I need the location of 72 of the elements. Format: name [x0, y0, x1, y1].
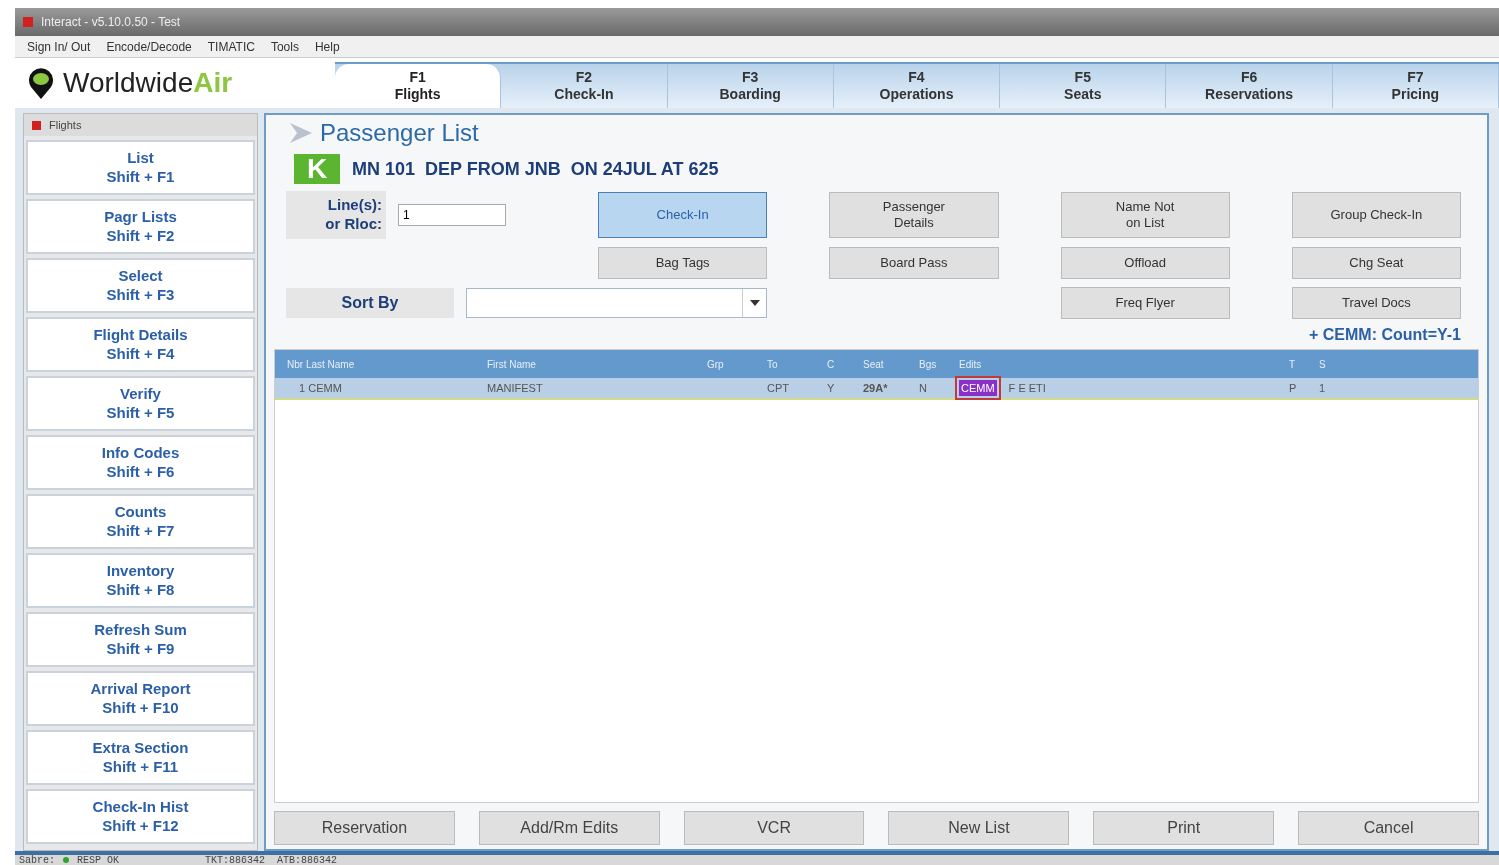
footer-button[interactable]: Add/Rm Edits	[478, 811, 660, 845]
sidebar-item[interactable]: Refresh Sum Shift + F9	[26, 612, 255, 667]
table-cell-text: F E ETI	[1007, 380, 1046, 396]
column-header: S	[1319, 357, 1327, 372]
action-button[interactable]: Name Not on List	[1060, 192, 1230, 238]
column-header: Grp	[707, 357, 725, 372]
lines-field[interactable]: 1	[398, 204, 506, 226]
sidebar-item[interactable]: Pagr Lists Shift + F2	[26, 199, 255, 254]
footer-button[interactable]: Print	[1093, 811, 1275, 845]
column-header: T	[1289, 357, 1297, 372]
status-text: RESP OK	[77, 853, 121, 865]
column-header: First Name	[487, 357, 537, 372]
sidebar-item[interactable]: Inventory Shift + F8	[26, 553, 255, 608]
column-header: Nbr Last Name	[287, 357, 356, 372]
action-button[interactable]: Group Check-In	[1291, 192, 1461, 238]
menu-item[interactable]: Tools	[270, 37, 299, 56]
menu-item[interactable]: Encode/Decode	[106, 37, 192, 56]
column-header: Bgs	[919, 357, 938, 372]
action-button[interactable]: Board Pass	[829, 247, 999, 279]
table-cell-text: N	[919, 380, 928, 396]
panel-title: Passenger List	[320, 118, 479, 148]
sidebar-item[interactable]: Check-In Hist Shift + F12	[26, 789, 255, 844]
sidebar-title: Flights	[49, 117, 82, 133]
action-button[interactable]: Passenger Details	[829, 192, 999, 238]
flights-icon	[32, 120, 41, 130]
sidebar-item[interactable]: Verify Shift + F5	[26, 376, 255, 431]
sidebar-item[interactable]: Info Codes Shift + F6	[26, 435, 255, 490]
menu-item[interactable]: Help	[314, 37, 340, 56]
table-cell-text: 1	[1319, 380, 1327, 396]
sort-label: Sort By	[286, 288, 454, 318]
table-cell-text: 1 CEMM	[298, 380, 343, 396]
menu-item[interactable]: Sign In/ Out	[27, 37, 91, 56]
column-header: Seat	[863, 357, 885, 372]
action-button[interactable]: Freq Flyer	[1060, 287, 1230, 319]
lines-label: Line(s): or Rloc:	[286, 191, 386, 239]
sidebar-item[interactable]: Extra Section Shift + F11	[26, 730, 255, 785]
table-cell-text: P	[1289, 380, 1298, 396]
sidebar-item[interactable]: Arrival Report Shift + F10	[26, 671, 255, 726]
ticket-info: TKT:886342 ATB:886342	[205, 853, 338, 865]
table-row[interactable]: 1 CEMM MANIFEST CPT Y 29A* N CEMM F E ETI P 1	[275, 378, 1478, 400]
sidebar-item[interactable]: Counts Shift + F7	[26, 494, 255, 549]
window-title: Interact - v5.10.0.50 - Test	[41, 14, 181, 31]
action-button[interactable]: Travel Docs	[1291, 287, 1461, 319]
flight-info: MN 101 DEP FROM JNB ON 24JUL AT 625	[352, 157, 719, 181]
table-cell-text: Y	[827, 380, 836, 396]
action-button[interactable]: Offload	[1060, 247, 1230, 279]
footer-button[interactable]: Cancel	[1298, 811, 1479, 845]
action-button[interactable]: Bag Tags	[598, 247, 768, 279]
sidebar-item[interactable]: Flight Details Shift + F4	[26, 317, 255, 372]
footer-button[interactable]: Reservation	[274, 811, 455, 845]
chevron-icon	[290, 123, 312, 143]
action-button[interactable]: Check-In	[598, 192, 768, 238]
app-icon	[23, 17, 33, 27]
logo-text: WorldwideAir	[63, 66, 233, 100]
sidebar-item[interactable]: List Shift + F1	[26, 140, 255, 195]
dropdown-arrow-icon	[749, 300, 760, 306]
tab[interactable]: F1 Flights	[335, 64, 502, 108]
count-note: + CEMM: Count=Y-1	[1309, 325, 1461, 345]
sort-dropdown[interactable]	[466, 288, 768, 318]
footer-button[interactable]: VCR	[683, 811, 865, 845]
status-badge: K	[294, 154, 340, 184]
table-cell-text: CPT	[767, 380, 790, 396]
column-header: C	[827, 357, 836, 372]
sidebar-item[interactable]: Select Shift + F3	[26, 258, 255, 313]
action-button[interactable]: Chg Seat	[1291, 247, 1461, 279]
table-cell-text: MANIFEST	[487, 380, 544, 396]
menu-item[interactable]: TIMATIC	[207, 37, 255, 56]
table-cell-text: 29A*	[863, 380, 889, 396]
status-system: Sabre:	[19, 853, 55, 865]
column-header: To	[767, 357, 779, 372]
column-header: Edits	[959, 357, 983, 372]
footer-button[interactable]: New List	[888, 811, 1070, 845]
